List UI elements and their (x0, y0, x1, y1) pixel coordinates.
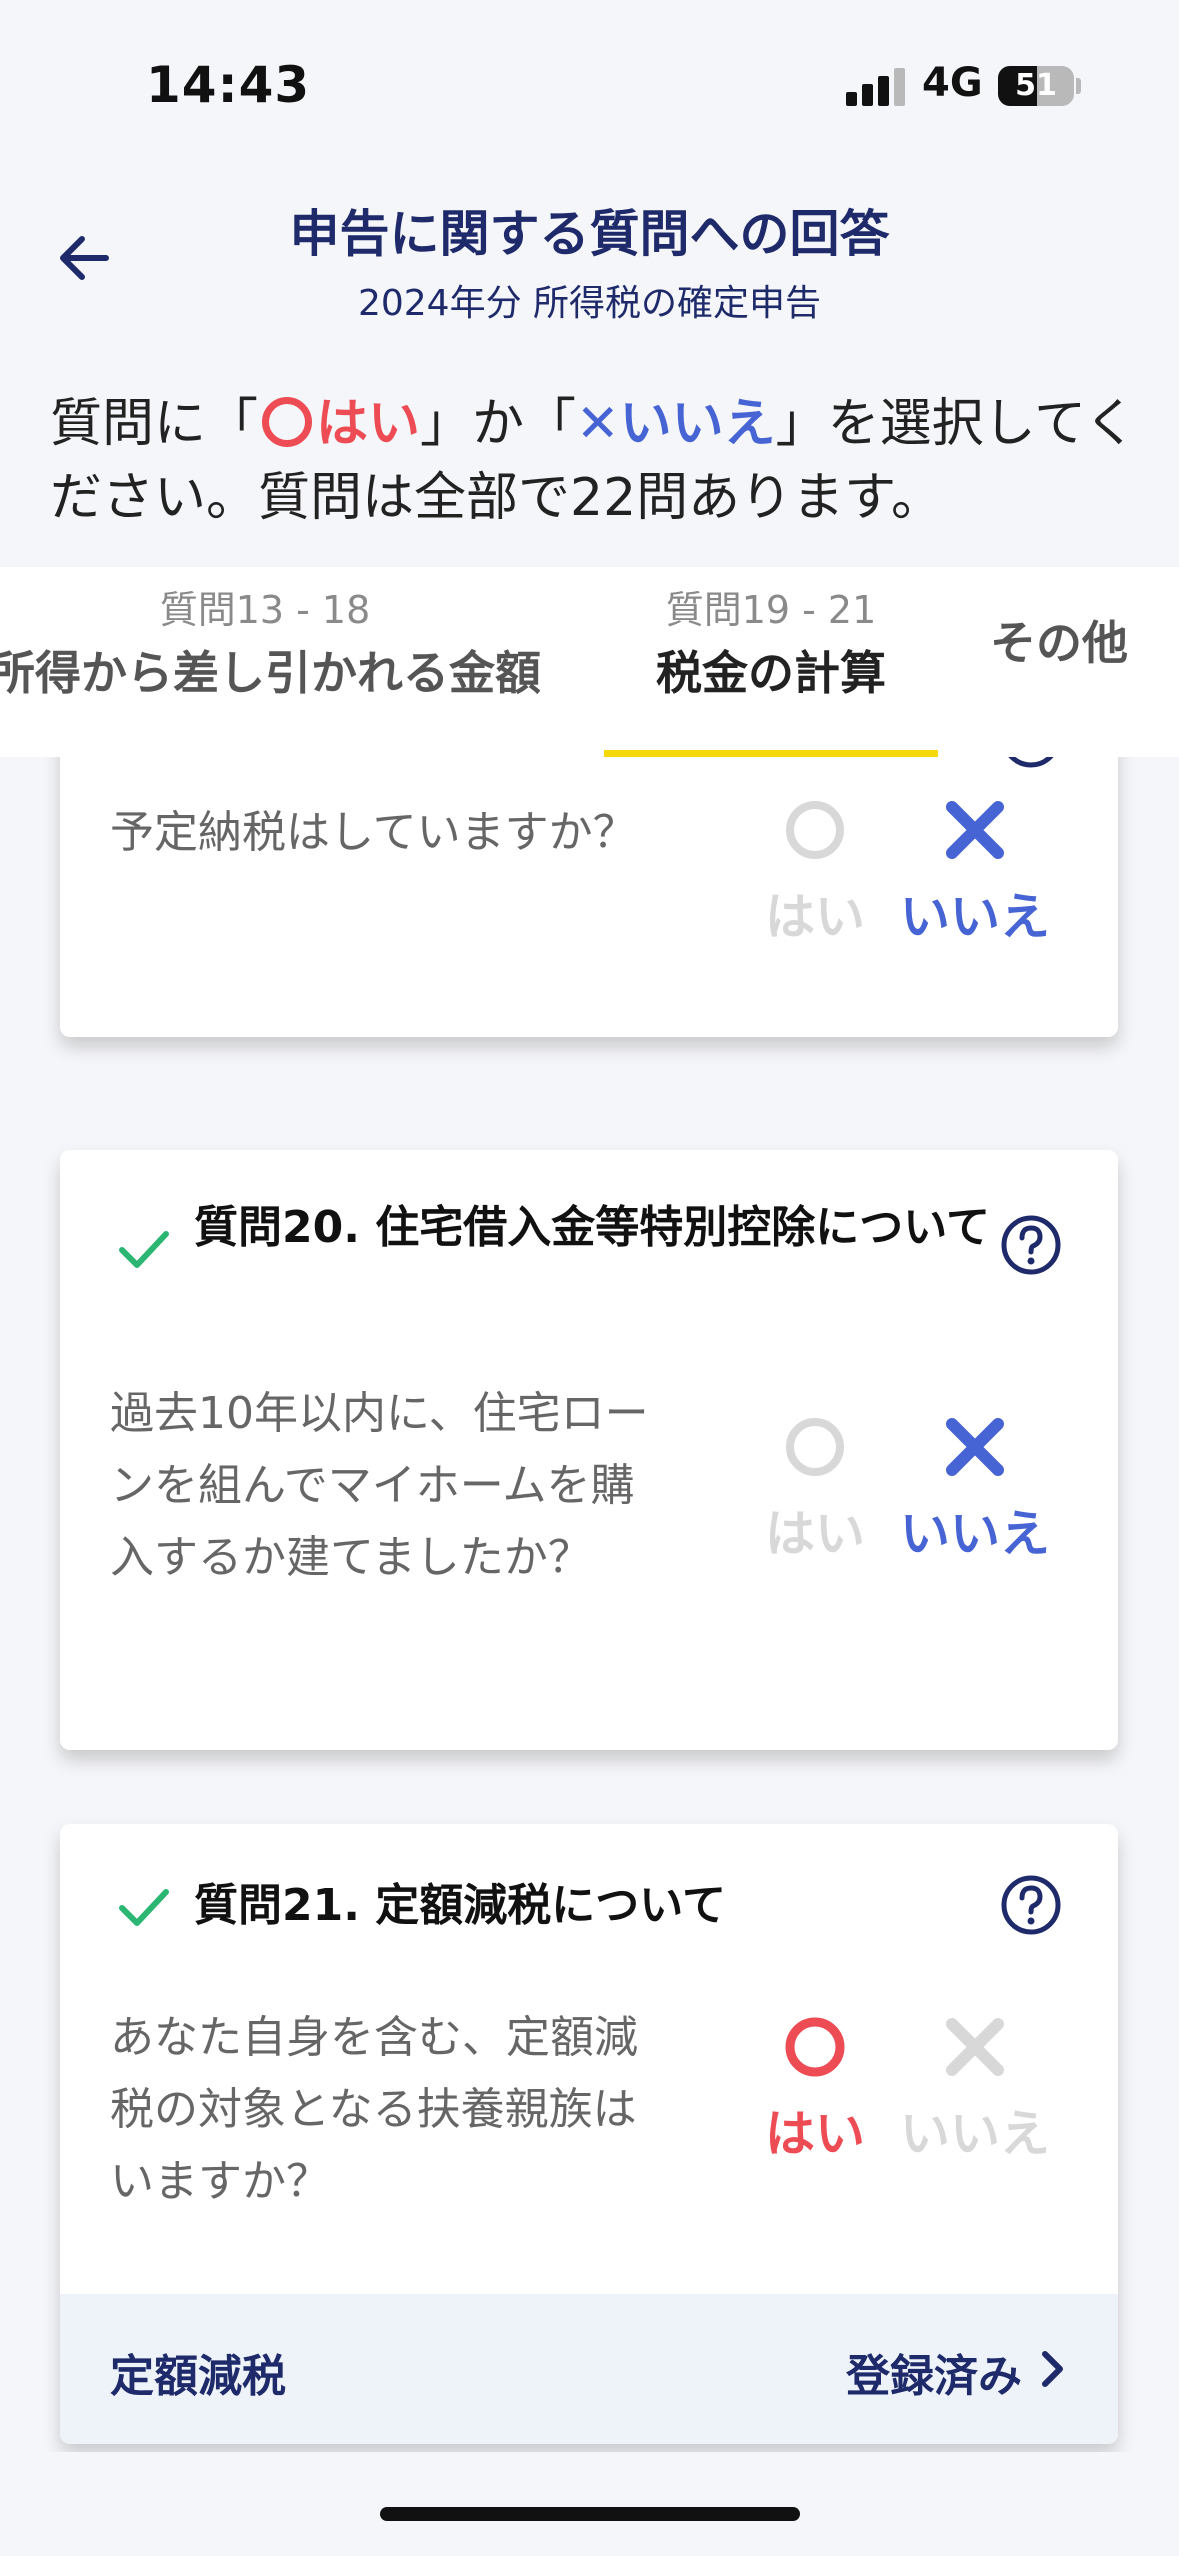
yes-label: はい (765, 888, 865, 946)
cross-icon (946, 2018, 1004, 2076)
signal-icon (846, 66, 906, 106)
network-type: 4G (922, 60, 983, 106)
no-option[interactable]: いいえ (900, 1414, 1050, 1566)
tab-sub-label: 質問19 - 21 (665, 588, 877, 632)
footer-label: 定額減税 (110, 2351, 286, 2402)
instruction-part1: 質問に「 (50, 394, 259, 454)
section-tabs: 質問13 - 18 所得から差し引かれる金額 質問19 - 21 税金の計算 そ… (0, 567, 1179, 757)
cross-icon (946, 1418, 1004, 1476)
no-label: いいえ (900, 2105, 1050, 2163)
question-text: 過去10年以内に、住宅ローンを組んでマイホームを購入するか建てましたか？ (110, 1388, 649, 1583)
no-label: いいえ (900, 888, 1050, 946)
no-option[interactable]: いいえ (900, 797, 1050, 949)
help-icon[interactable] (1000, 1874, 1062, 1936)
check-icon (119, 1889, 169, 1926)
status-bar: 14:43 4G 51 (0, 0, 1179, 170)
circle-icon (786, 1418, 844, 1476)
yes-label: はい (765, 1505, 865, 1563)
no-option[interactable]: いいえ (900, 2014, 1050, 2166)
question-card-20: 質問20. 住宅借入金等特別控除について 過去10年以内に、住宅ローンを組んでマ… (60, 1150, 1118, 1750)
yes-option[interactable]: はい (740, 1414, 890, 1566)
home-indicator[interactable] (380, 2507, 800, 2521)
battery-level: 51 (1015, 68, 1057, 103)
question-card-21: 質問21. 定額減税について あなた自身を含む、定額減税の対象となる扶養親族はい… (60, 1824, 1118, 2444)
circle-icon (785, 2017, 845, 2077)
battery-nub (1076, 78, 1081, 94)
no-label: いいえ (900, 1505, 1050, 1563)
question-card-19: 予定納税はしていますか？ はい いいえ (60, 757, 1118, 1037)
battery-icon: 51 (998, 66, 1074, 106)
tab-label: その他 (990, 616, 1128, 670)
registration-status: 登録済み (846, 2351, 1022, 2402)
yes-label: はい (765, 2105, 865, 2163)
circle-icon (786, 801, 844, 859)
tab-label: 所得から差し引かれる金額 (0, 646, 541, 700)
page-title: 申告に関する質問への回答 (289, 205, 890, 263)
tab-label: 税金の計算 (656, 646, 886, 700)
tab-deductions[interactable]: 質問13 - 18 所得から差し引かれる金額 (0, 567, 560, 757)
question-title: 質問21. 定額減税について (194, 1880, 726, 1931)
question-title: 質問20. 住宅借入金等特別控除について (194, 1202, 990, 1253)
yes-option[interactable]: はい (740, 2014, 890, 2166)
instruction-banner: 質問に「 はい」か「✕いいえ」を選択してください。質問は全部で22問あります。 (0, 345, 1179, 567)
check-icon (119, 1231, 169, 1268)
help-icon[interactable] (1000, 757, 1062, 769)
help-icon[interactable] (1000, 1214, 1062, 1276)
tab-tax-calculation[interactable]: 質問19 - 21 税金の計算 (604, 567, 938, 757)
cross-no-icon: ✕ (576, 394, 620, 454)
page-subtitle: 2024年分 所得税の確定申告 (357, 283, 822, 324)
instruction-part2: 」か「 (420, 394, 577, 454)
instruction-no-label: いいえ (619, 394, 776, 454)
question-text: 予定納税はしていますか？ (110, 807, 637, 858)
cross-icon (946, 801, 1004, 859)
active-tab-indicator (604, 750, 938, 757)
circle-yes-icon (262, 397, 313, 447)
question-text: あなた自身を含む、定額減税の対象となる扶養親族はいますか？ (110, 2012, 638, 2207)
question-list[interactable]: 予定納税はしていますか？ はい いいえ 質問20. 住宅借入金等特別控除について… (0, 757, 1179, 2452)
yes-option[interactable]: はい (740, 797, 890, 949)
flat-tax-reduction-row[interactable]: 定額減税 登録済み (60, 2294, 1118, 2444)
chevron-right-icon (1042, 2351, 1063, 2387)
tab-sub-label: 質問13 - 18 (159, 588, 371, 632)
instruction-yes-label: はい (316, 394, 421, 454)
instruction-text: 質問に「 はい」か「✕いいえ」を選択してください。質問は全部で22問あります。 (50, 387, 1140, 535)
status-time: 14:43 (146, 56, 311, 114)
header: 申告に関する質問への回答 2024年分 所得税の確定申告 (0, 170, 1179, 345)
tab-other[interactable]: その他 (974, 567, 1144, 757)
